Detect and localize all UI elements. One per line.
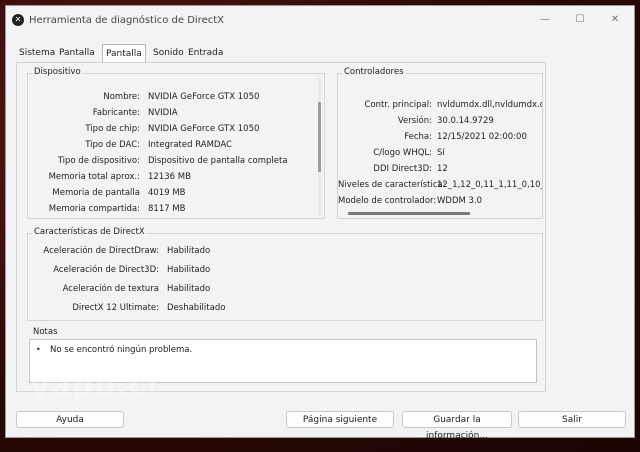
device-label-dac: Tipo de DAC: xyxy=(85,140,140,150)
notes-item: No se encontró ningún problema. xyxy=(50,345,193,355)
close-button[interactable]: ✕ xyxy=(600,10,630,30)
feature-value-texture: Habilitado xyxy=(167,284,211,294)
drivers-label-feature-levels: Niveles de característica: xyxy=(338,180,446,190)
help-button[interactable]: Ayuda xyxy=(16,411,124,428)
device-label-manufacturer: Fabricante: xyxy=(92,108,140,118)
window-title: Herramienta de diagnóstico de DirectX xyxy=(29,15,224,26)
feature-label-dx12-ultimate: DirectX 12 Ultimate: xyxy=(72,303,159,313)
tab-pantalla-2[interactable]: Pantalla 2 xyxy=(102,44,146,77)
device-label-type: Tipo de dispositivo: xyxy=(57,156,140,166)
feature-value-direct3d: Habilitado xyxy=(167,265,211,275)
title-bar[interactable]: ✕ Herramienta de diagnóstico de DirectX … xyxy=(6,6,634,34)
drivers-value-model[interactable]: WDDM 3.0 xyxy=(437,196,542,206)
device-value-chip[interactable]: NVIDIA GeForce GTX 1050 xyxy=(148,124,259,134)
feature-value-directdraw: Habilitado xyxy=(167,246,211,256)
drivers-value-feature-levels[interactable]: 12_1,12_0,11_1,11_0,10_1,1 xyxy=(437,180,542,190)
watermark-logo: yapo.cl xyxy=(30,368,159,403)
device-label-chip: Tipo de chip: xyxy=(85,124,140,134)
exit-button[interactable]: Salir xyxy=(518,411,626,428)
tab-sonido[interactable]: Sonido xyxy=(150,46,187,62)
notes-bullet-icon: • xyxy=(36,345,41,354)
drivers-label-ddi: DDI Direct3D: xyxy=(373,164,432,174)
tab-panel: Dispositivo Nombre: NVIDIA GeForce GTX 1… xyxy=(16,62,546,392)
save-information-button[interactable]: Guardar la información... xyxy=(402,411,512,441)
feature-label-texture: Aceleración de textura xyxy=(62,284,159,294)
drivers-label-whql: C/logo WHQL: xyxy=(373,148,432,158)
tab-entrada[interactable]: Entrada xyxy=(185,46,226,62)
feature-label-directdraw: Aceleración de DirectDraw: xyxy=(43,246,159,256)
maximize-button[interactable]: ☐ xyxy=(565,10,595,30)
feature-label-direct3d: Aceleración de Direct3D: xyxy=(53,265,159,275)
drivers-value-whql[interactable]: Sí xyxy=(437,148,542,158)
feature-value-dx12-ultimate: Deshabilitado xyxy=(167,303,226,313)
next-page-button[interactable]: Página siguiente xyxy=(286,411,394,428)
device-scrollbar-thumb[interactable] xyxy=(318,102,321,172)
device-value-shared-memory[interactable]: 8117 MB xyxy=(148,204,186,214)
directx-features-title: Características de DirectX xyxy=(32,227,147,237)
drivers-label-main: Contr. principal: xyxy=(364,100,432,110)
device-group-title: Dispositivo xyxy=(32,67,83,77)
tab-sistema[interactable]: Sistema xyxy=(16,46,58,62)
tab-pantalla-1[interactable]: Pantalla 1 xyxy=(56,46,98,73)
drivers-value-main[interactable]: nvldumdx.dll,nvldumdx.dll,nv xyxy=(437,100,542,110)
device-value-name[interactable]: NVIDIA GeForce GTX 1050 xyxy=(148,92,259,102)
drivers-group: Controladores Contr. principal: nvldumdx… xyxy=(337,67,543,219)
directx-features-group: Características de DirectX Aceleración d… xyxy=(27,227,543,321)
device-value-manufacturer[interactable]: NVIDIA xyxy=(148,108,178,118)
drivers-label-date: Fecha: xyxy=(404,132,432,142)
drivers-hscrollbar-thumb[interactable] xyxy=(348,212,470,215)
device-label-total-memory: Memoria total aprox.: xyxy=(48,172,140,182)
drivers-value-ddi[interactable]: 12 xyxy=(437,164,542,174)
drivers-group-title: Controladores xyxy=(342,67,406,77)
device-value-dac[interactable]: Integrated RAMDAC xyxy=(148,140,232,150)
drivers-value-version[interactable]: 30.0.14.9729 xyxy=(437,116,542,126)
drivers-label-version: Versión: xyxy=(397,116,432,126)
drivers-label-model: Modelo de controlador: xyxy=(338,196,437,206)
directx-app-icon: ✕ xyxy=(12,14,24,26)
device-value-type[interactable]: Dispositivo de pantalla completa xyxy=(148,156,288,166)
device-value-total-memory[interactable]: 12136 MB xyxy=(148,172,191,182)
device-value-display-memory[interactable]: 4019 MB xyxy=(148,188,186,198)
device-label-shared-memory: Memoria compartida: xyxy=(48,204,140,214)
notes-title: Notas xyxy=(31,327,60,337)
device-label-name: Nombre: xyxy=(103,92,140,102)
device-label-display-memory: Memoria de pantalla xyxy=(52,188,140,198)
device-group: Dispositivo Nombre: NVIDIA GeForce GTX 1… xyxy=(27,67,325,219)
drivers-value-date[interactable]: 12/15/2021 02:00:00 xyxy=(437,132,542,142)
minimize-button[interactable]: — xyxy=(530,10,560,30)
